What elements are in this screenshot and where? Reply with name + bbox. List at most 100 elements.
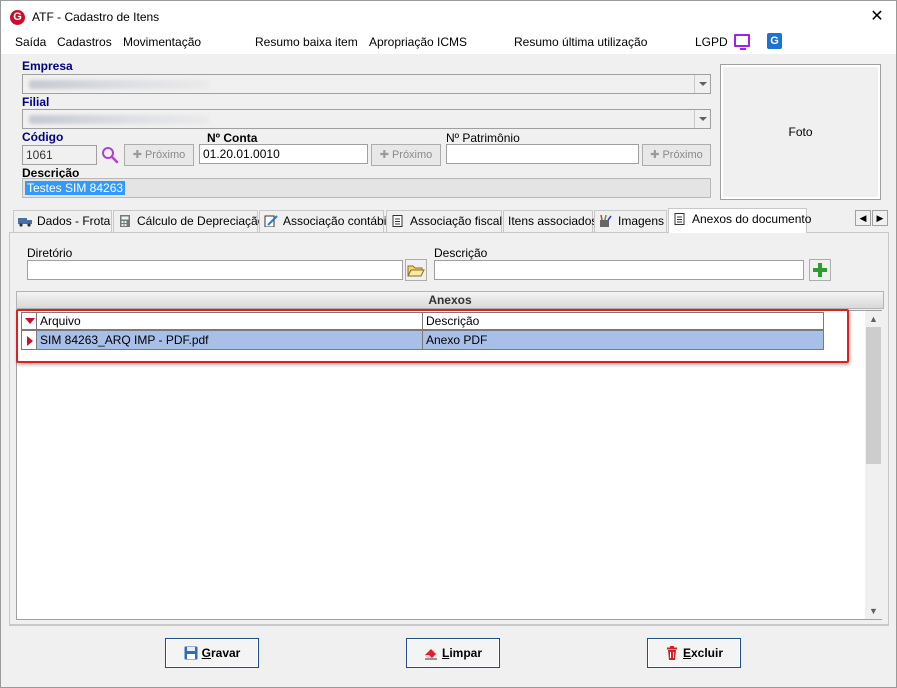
menu-resumo-ultima-utilizacao[interactable]: Resumo última utilização	[514, 35, 647, 49]
anexos-grid-area	[16, 310, 882, 620]
close-button[interactable]: ✕	[864, 6, 890, 28]
grid-header-indicator	[21, 312, 37, 330]
anexos-grid: Arquivo Descrição SIM 84263_ARQ IMP - PD…	[21, 312, 824, 352]
table-row-arquivo[interactable]: SIM 84263_ARQ IMP - PDF.pdf	[36, 330, 423, 350]
add-anexo-button[interactable]	[809, 259, 831, 281]
empresa-combo[interactable]	[22, 74, 711, 94]
diretorio-input[interactable]	[27, 260, 403, 280]
conta-input[interactable]: 01.20.01.0010	[199, 144, 368, 164]
menu-apropriacao-icms[interactable]: Apropriação ICMS	[369, 35, 467, 49]
chevron-down-icon[interactable]	[694, 75, 710, 93]
tab-label: Dados - Frota	[37, 214, 111, 228]
patrimonio-label: Nº Patrimônio	[446, 131, 520, 145]
edit-doc-icon	[264, 215, 278, 227]
empresa-label: Empresa	[22, 59, 73, 73]
conta-label: Nº Conta	[207, 131, 258, 145]
scroll-down-icon[interactable]: ▼	[865, 603, 882, 619]
tab-label: Imagens	[618, 214, 665, 228]
filial-value-blurred	[29, 115, 209, 124]
sort-down-icon	[25, 318, 35, 324]
gravar-button[interactable]: Gravar	[165, 638, 259, 668]
g-logo-icon[interactable]: G	[767, 33, 782, 49]
document-icon	[392, 215, 403, 227]
tab-dados-frota[interactable]: Dados - Frota	[13, 210, 112, 232]
anexo-descricao-label: Descrição	[434, 246, 488, 260]
tab-associacao-fiscal[interactable]: Associação fiscal	[386, 210, 502, 232]
conta-proximo-button[interactable]: ✚ Próximo	[371, 144, 441, 166]
calculator-icon	[120, 215, 130, 227]
anexo-descricao-input[interactable]	[434, 260, 804, 280]
codigo-input[interactable]: 1061	[22, 145, 97, 165]
title-bar: G ATF - Cadastro de Itens ✕	[1, 1, 896, 32]
menu-saida[interactable]: Saída	[15, 35, 46, 49]
menu-resumo-baixa-item[interactable]: Resumo baixa item	[255, 35, 358, 49]
document-icon	[674, 213, 685, 225]
descricao-value: Testes SIM 84263	[25, 181, 126, 195]
menu-movimentacao[interactable]: Movimentação	[123, 35, 201, 49]
empresa-value-blurred	[29, 80, 209, 89]
descricao-input[interactable]: Testes SIM 84263	[22, 178, 711, 198]
tab-next-button[interactable]: ▶	[872, 210, 888, 226]
tab-label: Associação fiscal	[410, 214, 503, 228]
chevron-down-icon[interactable]	[694, 110, 710, 128]
row-indicator	[21, 330, 37, 350]
vertical-scrollbar[interactable]: ▲ ▼	[865, 311, 882, 619]
scroll-thumb[interactable]	[866, 327, 881, 464]
truck-icon	[18, 218, 32, 227]
codigo-label: Código	[22, 130, 64, 144]
tab-associacao-contabil[interactable]: Associação contábil	[259, 210, 389, 232]
window-title: ATF - Cadastro de Itens	[32, 10, 160, 24]
save-icon	[184, 646, 198, 660]
proximo-label: Próximo	[391, 149, 433, 161]
tab-prev-button[interactable]: ◀	[855, 210, 871, 226]
folder-open-icon	[407, 265, 425, 277]
tab-anexos-documento[interactable]: Anexos do documento	[668, 208, 811, 233]
tab-calculo-depreciacao[interactable]: Cálculo de Depreciação	[113, 210, 264, 232]
plus-icon	[813, 263, 827, 277]
patrimonio-input[interactable]	[446, 144, 639, 164]
search-icon[interactable]	[101, 146, 119, 164]
foto-label: Foto	[788, 125, 813, 139]
plus-icon: ✚	[650, 149, 660, 161]
anexos-section-header: Anexos	[16, 291, 884, 309]
photo-panel[interactable]: Foto	[720, 64, 881, 200]
plus-icon: ✚	[132, 149, 142, 161]
tab-itens-associados[interactable]: Itens associados	[503, 210, 597, 232]
column-header-arquivo[interactable]: Arquivo	[36, 312, 423, 330]
proximo-label: Próximo	[144, 149, 186, 161]
tab-label: Cálculo de Depreciação	[137, 214, 265, 228]
tab-label: Associação contábil	[283, 214, 390, 228]
limpar-label: impar	[449, 646, 483, 660]
tab-bar: Dados - Frota Cálculo de Depreciação Ass…	[9, 208, 889, 233]
app-window: G ATF - Cadastro de Itens ✕ Saída Cadast…	[0, 0, 897, 688]
open-folder-button[interactable]	[405, 259, 427, 281]
app-logo-icon: G	[10, 10, 25, 25]
diretorio-label: Diretório	[27, 246, 73, 260]
excluir-label: xcluir	[691, 646, 724, 660]
filial-label: Filial	[22, 95, 50, 109]
monitor-icon[interactable]	[734, 34, 750, 50]
excluir-label-hotkey: E	[682, 646, 691, 660]
eraser-icon	[424, 649, 437, 660]
gravar-label-hotkey: G	[201, 646, 211, 660]
bottom-separator	[9, 625, 889, 626]
tab-label: Itens associados	[508, 214, 598, 228]
row-pointer-icon	[27, 336, 33, 346]
codigo-proximo-button[interactable]: ✚ Próximo	[124, 144, 194, 166]
tab-imagens[interactable]: Imagens	[594, 210, 667, 232]
scroll-up-icon[interactable]: ▲	[865, 311, 882, 327]
gravar-label: ravar	[210, 646, 241, 660]
brush-icon	[600, 215, 612, 227]
menu-bar: Saída Cadastros Movimentação Resumo baix…	[1, 32, 896, 54]
menu-cadastros[interactable]: Cadastros	[57, 35, 112, 49]
patrimonio-proximo-button[interactable]: ✚ Próximo	[642, 144, 711, 166]
table-row-descricao[interactable]: Anexo PDF	[422, 330, 824, 350]
excluir-button[interactable]: Excluir	[647, 638, 741, 668]
column-header-descricao[interactable]: Descrição	[422, 312, 824, 330]
filial-combo[interactable]	[22, 109, 711, 129]
menu-lgpd[interactable]: LGPD	[695, 35, 728, 49]
trash-icon	[666, 646, 677, 660]
plus-icon: ✚	[379, 149, 389, 161]
limpar-button[interactable]: Limpar	[406, 638, 500, 668]
proximo-label: Próximo	[662, 149, 703, 161]
